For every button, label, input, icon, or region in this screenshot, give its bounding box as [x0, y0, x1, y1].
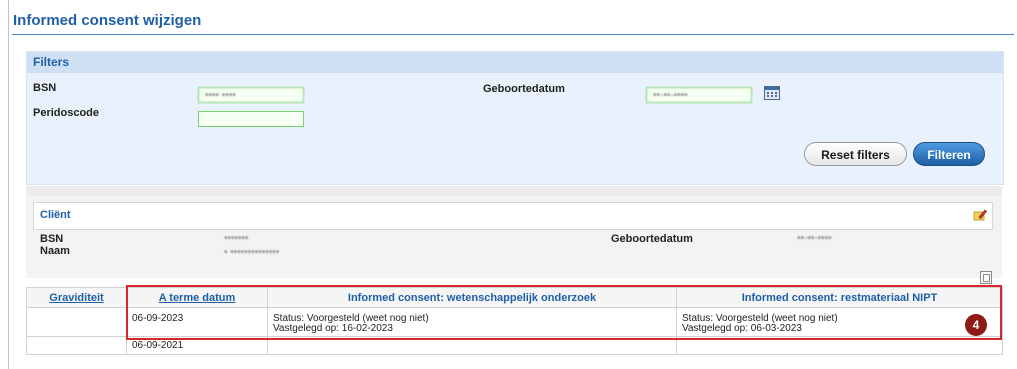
client-naam-value: • ••••••••••••••	[224, 247, 280, 258]
col-ic-nipt: Informed consent: restmateriaal NIPT	[676, 287, 1003, 308]
cell-aterme: 06-09-2021	[126, 336, 268, 355]
dob-filter-input[interactable]: ••-••-••••	[646, 87, 752, 103]
client-bsn-label: BSN	[40, 233, 64, 245]
edit-client-icon[interactable]	[973, 209, 987, 221]
col-graviditeit[interactable]: Graviditeit	[26, 287, 127, 308]
wet-vastgelegd-text: Vastgelegd op: 16-02-2023	[273, 323, 393, 334]
nipt-vastgelegd-text: Vastgelegd op: 06-03-2023	[682, 323, 802, 334]
bsn-filter-input[interactable]: •••• ••••	[198, 87, 304, 103]
section-separator	[26, 186, 1002, 196]
dob-filter-label: Geboortedatum	[483, 83, 565, 95]
page-title: Informed consent wijzigen	[13, 12, 202, 29]
client-header: Cliënt	[33, 202, 993, 230]
table-header-row: Graviditeit A terme datum Informed conse…	[26, 287, 1003, 308]
sort-aterme-link[interactable]: A terme datum	[159, 292, 236, 304]
consent-table: Graviditeit A terme datum Informed conse…	[26, 287, 1003, 355]
table-row[interactable]: 06-09-2023 Status: Voorgesteld (weet nog…	[26, 307, 1003, 337]
cell-ic-nipt[interactable]: Status: Voorgesteld (weet nog niet) Vast…	[676, 307, 1003, 337]
cell-graviditeit	[26, 336, 127, 355]
client-naam-label: Naam	[40, 245, 70, 257]
peridoscode-filter-label: Peridoscode	[33, 107, 100, 119]
cell-graviditeit	[26, 307, 127, 337]
cell-ic-nipt[interactable]	[676, 336, 1003, 355]
filters-header: Filters	[27, 52, 1003, 73]
client-title: Cliënt	[40, 209, 71, 221]
calendar-icon[interactable]	[764, 86, 780, 100]
bsn-filter-label: BSN	[33, 82, 57, 94]
client-dob-value: ••-••-••••	[797, 233, 832, 244]
copy-icon[interactable]	[980, 271, 992, 284]
peridoscode-filter-input[interactable]	[198, 111, 304, 127]
cell-ic-wetenschappelijk[interactable]	[267, 336, 677, 355]
sort-graviditeit-link[interactable]: Graviditeit	[49, 292, 103, 304]
table-row[interactable]: 06-09-2021	[26, 336, 1003, 355]
filter-button[interactable]: Filteren	[913, 142, 985, 166]
cell-ic-wetenschappelijk[interactable]: Status: Voorgesteld (weet nog niet) Vast…	[267, 307, 677, 337]
col-aterme[interactable]: A terme datum	[126, 287, 268, 308]
client-bsn-value: •••••••	[224, 233, 249, 244]
client-dob-label: Geboortedatum	[611, 233, 693, 245]
reset-filters-button[interactable]: Reset filters	[804, 142, 907, 166]
step-badge: 4	[965, 314, 987, 336]
filters-panel: Filters BSN •••• •••• Peridoscode Geboor…	[26, 51, 1004, 185]
cell-aterme: 06-09-2023	[126, 307, 268, 337]
title-divider	[12, 34, 1014, 35]
col-ic-wetenschappelijk: Informed consent: wetenschappelijk onder…	[267, 287, 677, 308]
